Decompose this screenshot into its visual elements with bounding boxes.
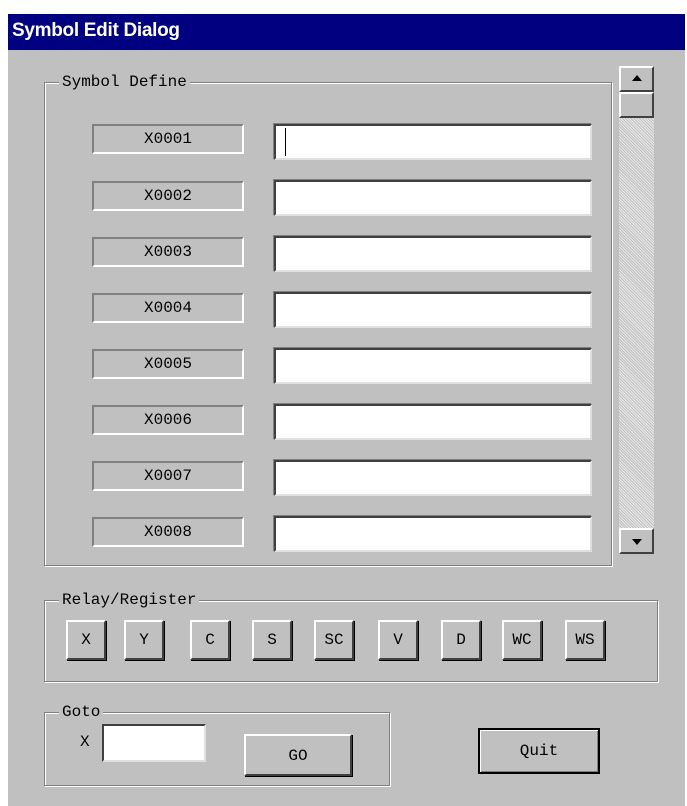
relay-d-button[interactable]: D	[441, 620, 481, 660]
arrow-up-icon	[631, 75, 642, 81]
symbol-address-label: X0005	[92, 349, 244, 379]
symbol-address-label: X0004	[92, 293, 244, 323]
symbol-name-input[interactable]	[274, 180, 592, 216]
relay-y-button[interactable]: Y	[124, 620, 164, 660]
relay-c-button[interactable]: C	[190, 620, 230, 660]
goto-prefix-label: X	[80, 733, 90, 751]
symbol-name-input[interactable]	[274, 236, 592, 272]
text-caret	[285, 128, 286, 156]
scroll-down-button[interactable]	[619, 528, 654, 554]
relay-v-button[interactable]: V	[378, 620, 418, 660]
title-bar[interactable]: Symbol Edit Dialog	[8, 14, 685, 50]
relay-sc-button[interactable]: SC	[314, 620, 354, 660]
quit-button[interactable]: Quit	[478, 728, 600, 774]
symbol-name-input[interactable]	[274, 124, 592, 160]
symbol-address-label: X0001	[92, 124, 244, 154]
symbol-name-input[interactable]	[274, 404, 592, 440]
goto-address-input[interactable]	[102, 724, 206, 762]
relay-register-legend: Relay/Register	[59, 590, 200, 610]
relay-ws-button[interactable]: WS	[565, 620, 605, 660]
scrollbar-track[interactable]	[619, 66, 654, 554]
symbol-address-label: X0002	[92, 181, 244, 211]
symbol-address-label: X0006	[92, 405, 244, 435]
relay-wc-button[interactable]: WC	[502, 620, 542, 660]
symbol-address-label: X0003	[92, 237, 244, 267]
relay-s-button[interactable]: S	[252, 620, 292, 660]
relay-x-button[interactable]: X	[66, 620, 106, 660]
symbol-list-scrollbar[interactable]	[619, 66, 654, 554]
scrollbar-thumb[interactable]	[619, 92, 654, 118]
symbol-name-input[interactable]	[274, 460, 592, 496]
symbol-address-label: X0007	[92, 461, 244, 491]
window-title: Symbol Edit Dialog	[12, 20, 180, 41]
symbol-define-legend: Symbol Define	[59, 72, 190, 92]
symbol-name-input[interactable]	[274, 348, 592, 384]
go-button[interactable]: GO	[244, 734, 352, 776]
symbol-name-input[interactable]	[274, 516, 592, 552]
symbol-name-input[interactable]	[274, 292, 592, 328]
goto-legend: Goto	[59, 702, 104, 722]
symbol-address-label: X0008	[92, 517, 244, 547]
scroll-up-button[interactable]	[619, 66, 654, 92]
arrow-down-icon	[631, 539, 642, 545]
